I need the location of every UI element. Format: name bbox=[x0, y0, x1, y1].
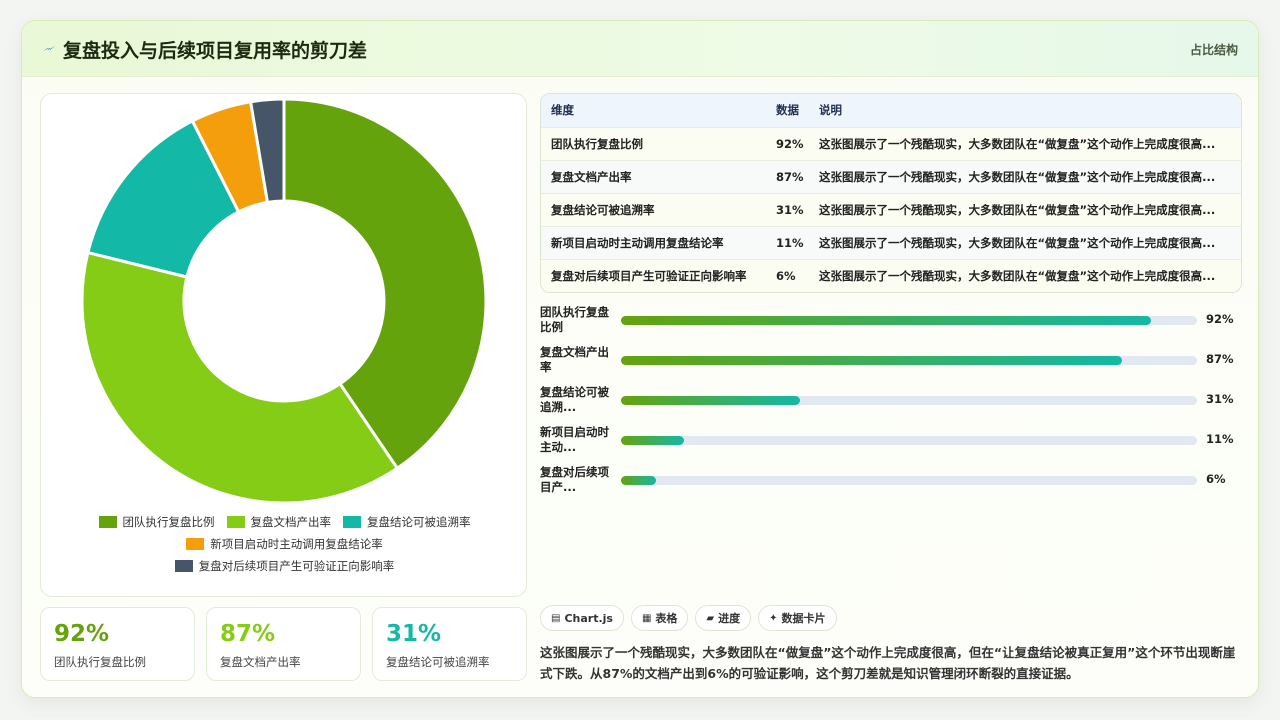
legend-item[interactable]: 复盘结论可被追溯率 bbox=[343, 514, 471, 530]
progress-label: 复盘文档产出率 bbox=[540, 345, 609, 374]
progress-row: 团队执行复盘比例 92% bbox=[540, 303, 1242, 339]
table-cell: 6% bbox=[776, 268, 796, 283]
table-cell: 这张图展示了一个残酷现实，大多数团队在“做复盘”这个动作上完成度很高... bbox=[819, 169, 1216, 184]
progress-value: 92% bbox=[1206, 312, 1234, 326]
progress-label: 新项目启动时主动... bbox=[540, 425, 609, 454]
table-header: 说明 bbox=[819, 103, 842, 118]
legend-swatch bbox=[343, 516, 361, 528]
progress-row: 复盘对后续项目产... 6% bbox=[540, 463, 1242, 499]
progress-value: 31% bbox=[1206, 392, 1234, 406]
legend-item[interactable]: 复盘文档产出率 bbox=[226, 514, 332, 530]
progress-value: 11% bbox=[1206, 432, 1234, 446]
chip-label: 数据卡片 bbox=[781, 612, 826, 625]
table-row: 复盘结论可被追溯率 31% 这张图展示了一个残酷现实，大多数团队在“做复盘”这个动作… bbox=[541, 193, 1241, 226]
chip-label: 进度 bbox=[718, 612, 741, 625]
table-row: 复盘文档产出率 87% 这张图展示了一个残酷现实，大多数团队在“做复盘”这个动作上完… bbox=[541, 160, 1241, 193]
legend-label: 复盘结论可被追溯率 bbox=[367, 515, 471, 529]
chart-legend: 团队执行复盘比例 复盘文档产出率 复盘结论可被追溯率新项目启动时主动调用复盘结论率复… bbox=[41, 514, 528, 574]
progress-value: 87% bbox=[1206, 352, 1234, 366]
progress-track bbox=[621, 316, 1197, 325]
progress-label: 团队执行复盘比例 bbox=[540, 305, 609, 334]
progress-track bbox=[621, 396, 1197, 405]
stat-card-2: 87% 复盘文档产出率 bbox=[206, 607, 361, 681]
stat-label: 复盘结论可被追溯率 bbox=[386, 655, 490, 669]
legend-label: 复盘文档产出率 bbox=[250, 515, 332, 529]
sparkle-icon: ✦ bbox=[769, 612, 778, 624]
table-header: 维度 bbox=[551, 103, 574, 118]
progress-fill bbox=[621, 476, 656, 485]
chart-type-tag: 占比结构 bbox=[1189, 43, 1238, 57]
progress-track bbox=[621, 436, 1197, 445]
legend-swatch bbox=[98, 516, 117, 528]
chip-progress[interactable]: ▰ 进度 bbox=[695, 605, 752, 631]
progress-row: 复盘文档产出率 87% bbox=[540, 343, 1242, 379]
chart-icon: ▤ bbox=[551, 612, 561, 624]
table-cell: 复盘结论可被追溯率 bbox=[551, 202, 655, 217]
stat-value: 92% bbox=[54, 621, 110, 647]
lightning-icon bbox=[43, 46, 55, 51]
table-cell: 这张图展示了一个残酷现实，大多数团队在“做复盘”这个动作上完成度很高... bbox=[819, 136, 1216, 151]
progress-row: 复盘结论可被追溯... 31% bbox=[540, 383, 1242, 419]
legend-item[interactable]: 新项目启动时主动调用复盘结论率 bbox=[186, 536, 383, 552]
table-cell: 复盘文档产出率 bbox=[551, 169, 632, 184]
chip-table[interactable]: ▦ 表格 bbox=[630, 605, 689, 631]
table-header: 数据 bbox=[776, 103, 799, 118]
table-row: 团队执行复盘比例 92% 这张图展示了一个残酷现实，大多数团队在“做复盘”这个动作上… bbox=[541, 127, 1241, 160]
table-cell: 复盘对后续项目产生可验证正向影响率 bbox=[551, 268, 747, 283]
table-row: 复盘对后续项目产生可验证正向影响率 6% 这张图展示了一个残酷现实，大多数团队在“做… bbox=[541, 259, 1241, 292]
chip-chart[interactable]: ▤ Chart.js bbox=[540, 605, 624, 631]
progress-row: 新项目启动时主动... 11% bbox=[540, 423, 1242, 459]
dashboard-card: 复盘投入与后续项目复用率的剪刀差 占比结构 团队执行复盘比例 复盘文档产出率 复盘结… bbox=[21, 20, 1259, 698]
chip-sparkle[interactable]: ✦ 数据卡片 bbox=[758, 605, 837, 631]
legend-item[interactable]: 团队执行复盘比例 bbox=[98, 514, 215, 530]
page-title: 复盘投入与后续项目复用率的剪刀差 bbox=[63, 40, 368, 62]
table-cell: 31% bbox=[776, 202, 804, 217]
legend-item[interactable]: 复盘对后续项目产生可验证正向影响率 bbox=[174, 558, 395, 574]
stat-value: 31% bbox=[386, 621, 442, 647]
table-cell: 11% bbox=[776, 235, 804, 250]
table-cell: 这张图展示了一个残酷现实，大多数团队在“做复盘”这个动作上完成度很高... bbox=[819, 268, 1216, 283]
progress-icon: ▰ bbox=[706, 612, 715, 624]
stat-value: 87% bbox=[220, 621, 276, 647]
legend-label: 新项目启动时主动调用复盘结论率 bbox=[210, 537, 383, 551]
chip-label: 表格 bbox=[655, 612, 678, 625]
chart-description: 这张图展示了一个残酷现实，大多数团队在“做复盘”这个动作上完成度很高，但在“让复… bbox=[540, 645, 1236, 681]
stat-label: 团队执行复盘比例 bbox=[54, 655, 146, 669]
progress-track bbox=[621, 476, 1197, 485]
table-cell: 92% bbox=[776, 136, 804, 151]
table-cell: 这张图展示了一个残酷现实，大多数团队在“做复盘”这个动作上完成度很高... bbox=[819, 202, 1216, 217]
stat-label: 复盘文档产出率 bbox=[220, 655, 301, 669]
legend-swatch bbox=[226, 516, 245, 528]
legend-swatch bbox=[186, 538, 205, 550]
legend-label: 团队执行复盘比例 bbox=[122, 515, 215, 529]
progress-label: 复盘结论可被追溯... bbox=[540, 385, 609, 414]
progress-fill bbox=[621, 356, 1123, 365]
data-table: 维度 数据 说明 团队执行复盘比例 92% 这张图展示了一个残酷现实，大多数团队在“… bbox=[540, 93, 1242, 293]
donut-panel: 团队执行复盘比例 复盘文档产出率 复盘结论可被追溯率新项目启动时主动调用复盘结论率复… bbox=[40, 93, 527, 597]
progress-value: 6% bbox=[1206, 472, 1226, 486]
table-cell: 这张图展示了一个残酷现实，大多数团队在“做复盘”这个动作上完成度很高... bbox=[819, 235, 1216, 250]
table-header-row: 维度 数据 说明 bbox=[541, 94, 1241, 127]
table-cell: 87% bbox=[776, 169, 804, 184]
legend-label: 复盘对后续项目产生可验证正向影响率 bbox=[198, 559, 395, 573]
table-row: 新项目启动时主动调用复盘结论率 11% 这张图展示了一个残酷现实，大多数团队在“做复… bbox=[541, 226, 1241, 259]
header: 复盘投入与后续项目复用率的剪刀差 占比结构 bbox=[22, 21, 1258, 77]
chip-label: Chart.js bbox=[564, 611, 613, 625]
progress-fill bbox=[621, 396, 800, 405]
stat-card-1: 92% 团队执行复盘比例 bbox=[40, 607, 195, 681]
legend-swatch bbox=[174, 560, 193, 572]
progress-label: 复盘对后续项目产... bbox=[540, 465, 609, 494]
progress-track bbox=[621, 356, 1197, 365]
donut-chart bbox=[80, 97, 488, 505]
progress-fill bbox=[621, 316, 1151, 325]
table-cell: 团队执行复盘比例 bbox=[551, 136, 643, 151]
table-cell: 新项目启动时主动调用复盘结论率 bbox=[551, 235, 724, 250]
chip-row: ▤ Chart.js ▦ 表格 ▰ 进度 ✦ 数据卡片 bbox=[540, 605, 837, 631]
progress-fill bbox=[621, 436, 685, 445]
stat-card-3: 31% 复盘结论可被追溯率 bbox=[372, 607, 527, 681]
table-icon: ▦ bbox=[641, 612, 652, 624]
